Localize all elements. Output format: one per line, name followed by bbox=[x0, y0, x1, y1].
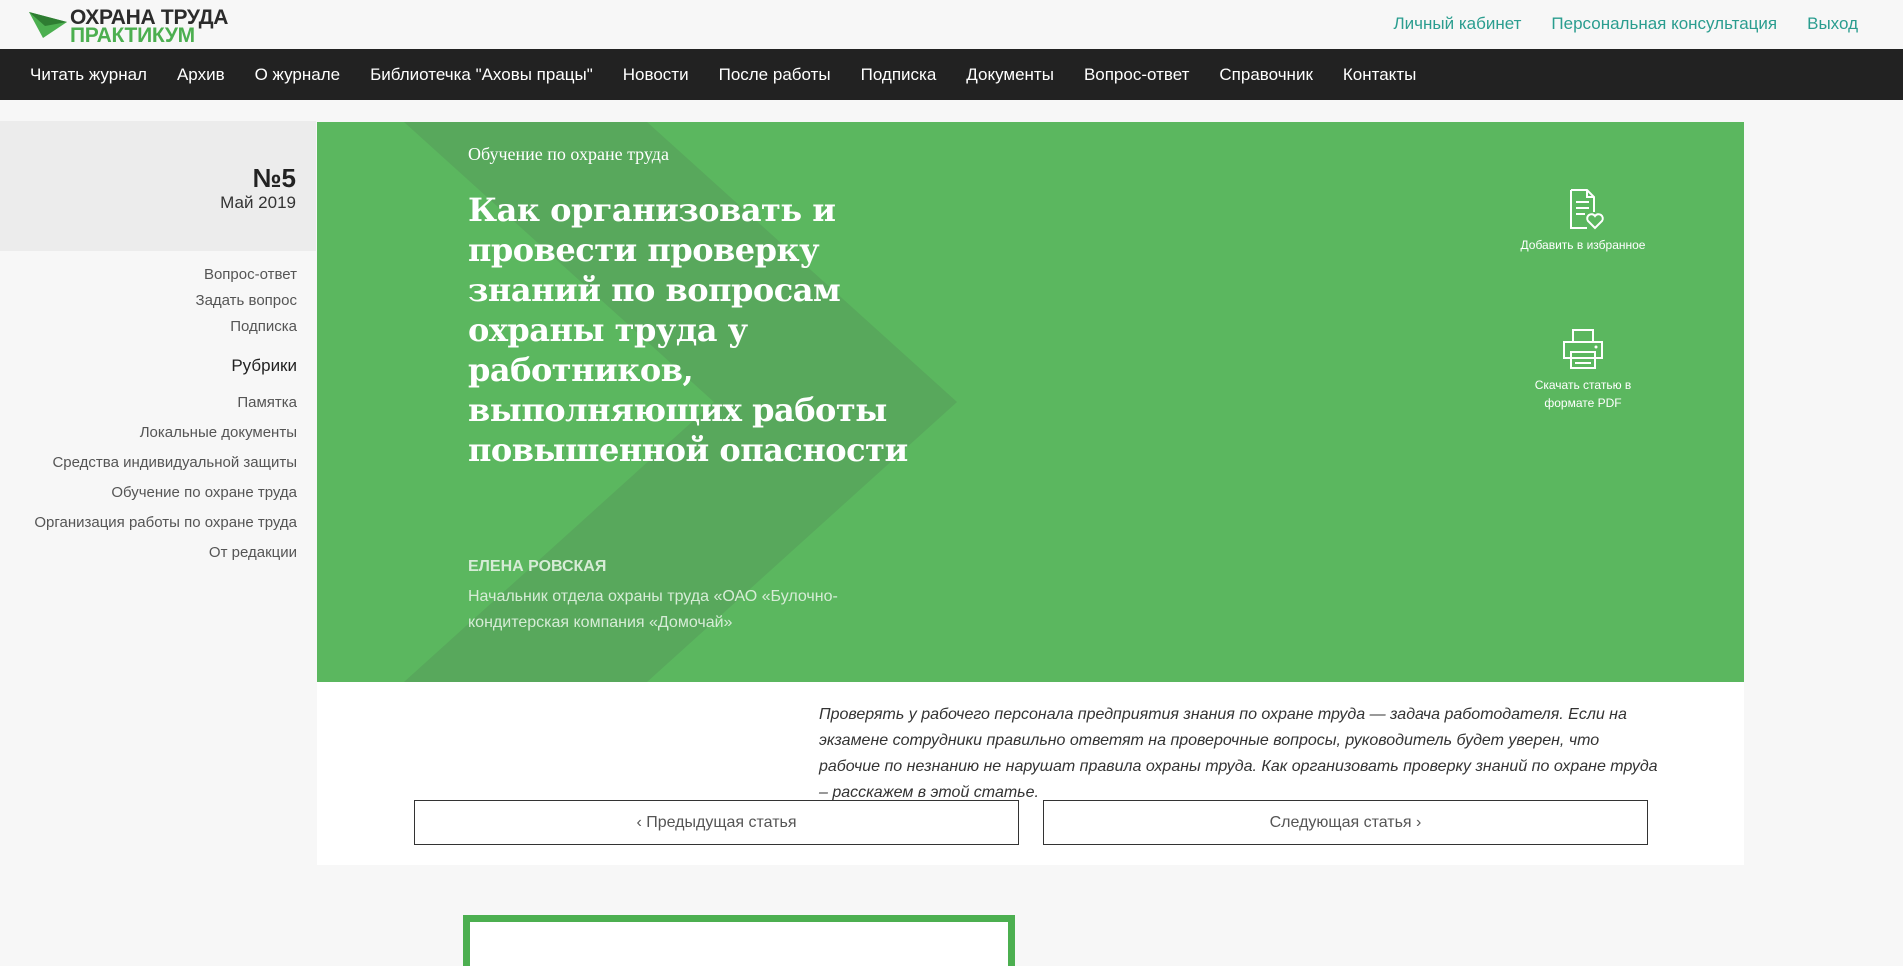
article-title: Как организовать и провести проверку зна… bbox=[468, 191, 908, 469]
article-category[interactable]: Обучение по охране труда bbox=[468, 144, 669, 165]
paper-plane-logo-icon bbox=[29, 12, 67, 38]
next-article-button[interactable]: Следующая статья › bbox=[1043, 800, 1648, 845]
logo-subtitle: ПРАКТИКУМ bbox=[70, 24, 195, 47]
sidebar-item-qa[interactable]: Вопрос-ответ bbox=[0, 262, 297, 288]
nav-after-work[interactable]: После работы bbox=[719, 65, 831, 85]
sidebar-item-ask-question[interactable]: Задать вопрос bbox=[0, 288, 297, 314]
nav-news[interactable]: Новости bbox=[623, 65, 689, 85]
nav-about[interactable]: О журнале bbox=[255, 65, 341, 85]
top-bar: ОХРАНА ТРУДА ПРАКТИКУМ Личный кабинет Пе… bbox=[0, 0, 1903, 49]
issue-number: №5 bbox=[252, 163, 296, 193]
rubrics-heading: Рубрики bbox=[231, 356, 297, 375]
nav-read-journal[interactable]: Читать журнал bbox=[30, 65, 147, 85]
add-to-favorites-label: Добавить в избранное bbox=[1520, 238, 1646, 252]
personal-consultation-link[interactable]: Персональная консультация bbox=[1551, 14, 1777, 34]
nav-contacts[interactable]: Контакты bbox=[1343, 65, 1416, 85]
framed-content-box bbox=[463, 915, 1015, 966]
issue-date: Май 2019 bbox=[220, 193, 296, 212]
author-position: Начальник отдела охраны труда «ОАО «Було… bbox=[468, 588, 838, 631]
article-hero: Обучение по охране труда Как организоват… bbox=[317, 122, 1744, 682]
account-links: Личный кабинет Персональная консультация… bbox=[1394, 14, 1858, 34]
personal-account-link[interactable]: Личный кабинет bbox=[1394, 14, 1522, 34]
nav-archive[interactable]: Архив bbox=[177, 65, 225, 85]
nav-documents[interactable]: Документы bbox=[966, 65, 1054, 85]
rubric-item-local-docs[interactable]: Локальные документы bbox=[0, 418, 297, 448]
nav-library[interactable]: Библиотечка "Аховы працы" bbox=[370, 65, 593, 85]
rubric-item-editorial[interactable]: От редакции bbox=[0, 538, 297, 568]
article-author: ЕЛЕНА РОВСКАЯ bbox=[468, 558, 607, 575]
download-pdf-label: Скачать статью в формате PDF bbox=[1534, 378, 1632, 410]
sidebar-item-subscription[interactable]: Подписка bbox=[0, 314, 297, 340]
sidebar-links: Вопрос-ответ Задать вопрос Подписка bbox=[0, 262, 297, 340]
rubric-item-memo[interactable]: Памятка bbox=[0, 388, 297, 418]
previous-article-button[interactable]: ‹ Предыдущая статья bbox=[414, 800, 1019, 845]
article-intro: Проверять у рабочего персонала предприят… bbox=[317, 682, 1744, 865]
nav-reference[interactable]: Справочник bbox=[1219, 65, 1313, 85]
article-lead: Проверять у рабочего персонала предприят… bbox=[819, 706, 1658, 801]
rubrics-list: Памятка Локальные документы Средства инд… bbox=[0, 388, 297, 568]
nav-subscription[interactable]: Подписка bbox=[861, 65, 937, 85]
site-logo[interactable]: ОХРАНА ТРУДА ПРАКТИКУМ bbox=[29, 6, 228, 47]
document-heart-icon bbox=[1570, 189, 1604, 230]
nav-qa[interactable]: Вопрос-ответ bbox=[1084, 65, 1189, 85]
printer-icon bbox=[1563, 329, 1603, 369]
rubric-item-training[interactable]: Обучение по охране труда bbox=[0, 478, 297, 508]
logout-link[interactable]: Выход bbox=[1807, 14, 1858, 34]
main-nav: Читать журнал Архив О журнале Библиотечк… bbox=[0, 49, 1903, 100]
rubric-item-organization[interactable]: Организация работы по охране труда bbox=[0, 508, 297, 538]
download-pdf-button[interactable]: Скачать статью в формате PDF bbox=[1513, 328, 1653, 412]
rubric-item-ppe[interactable]: Средства индивидуальной защиты bbox=[0, 448, 297, 478]
add-to-favorites-button[interactable]: Добавить в избранное bbox=[1513, 188, 1653, 254]
issue-info[interactable]: №5 Май 2019 bbox=[0, 121, 316, 251]
